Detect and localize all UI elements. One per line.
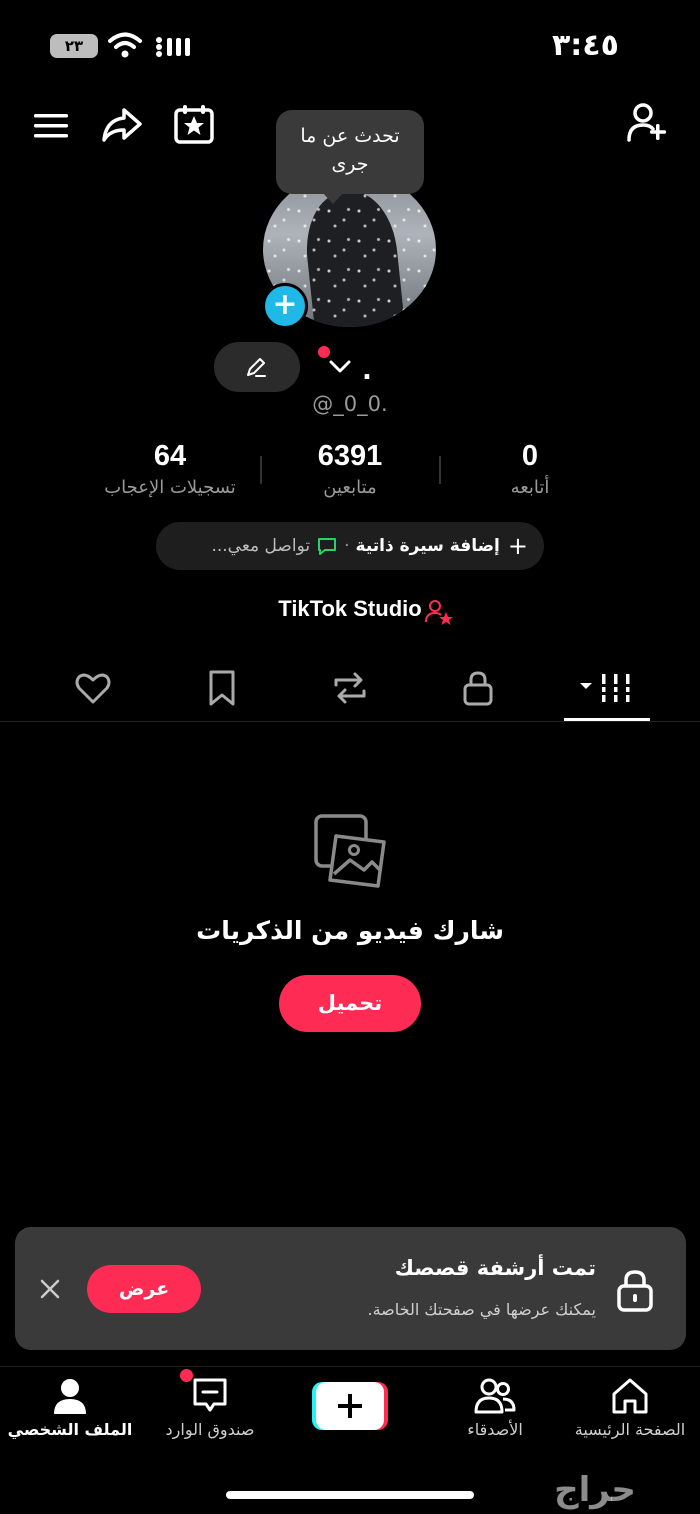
story-tooltip: تحدث عن ما جرى bbox=[276, 110, 424, 194]
wifi-icon bbox=[108, 32, 142, 58]
nav-profile-label: الملف الشخصي bbox=[7, 1420, 133, 1439]
nav-friends-label: الأصدقاء bbox=[467, 1420, 523, 1439]
followers-count: 6391 bbox=[317, 440, 383, 472]
studio-user-star-icon bbox=[425, 600, 453, 625]
tooltip-line-1: تحدث عن ما bbox=[300, 125, 400, 147]
empty-state-title: شارك فيديو من الذكريات bbox=[196, 916, 504, 945]
tooltip-tail bbox=[322, 192, 344, 204]
profile-icon bbox=[54, 1379, 86, 1414]
following-stat[interactable]: 0 أتابعه bbox=[440, 440, 620, 498]
upload-button[interactable]: تحميل bbox=[279, 975, 421, 1032]
separator-dot: · bbox=[344, 536, 350, 556]
toast-title: تمت أرشفة قصصك bbox=[394, 1256, 596, 1280]
bottom-nav-divider bbox=[0, 1366, 700, 1367]
likes-stat[interactable]: 64 تسجيلات الإعجاب bbox=[80, 440, 260, 498]
profile-handle: @_0_0. bbox=[312, 392, 388, 416]
add-bio-link[interactable]: إضافة سيرة ذاتية bbox=[356, 536, 500, 556]
pencil-icon bbox=[247, 358, 266, 377]
signal-icon bbox=[156, 37, 190, 57]
nav-friends[interactable]: الأصدقاء bbox=[430, 1376, 560, 1439]
edit-profile-button[interactable] bbox=[214, 342, 300, 392]
likes-label: تسجيلات الإعجاب bbox=[104, 477, 236, 498]
private-lock-icon[interactable] bbox=[458, 668, 498, 708]
followers-stat[interactable]: 6391 متابعين bbox=[260, 440, 440, 498]
tabs-divider bbox=[0, 721, 700, 722]
home-icon bbox=[612, 1378, 648, 1414]
toast-subtitle: يمكنك عرضها في صفحتك الخاصة. bbox=[367, 1300, 596, 1319]
nav-inbox-label: صندوق الوارد bbox=[165, 1420, 255, 1439]
plus-icon: + bbox=[507, 532, 528, 560]
menu-icon[interactable] bbox=[30, 104, 74, 148]
following-label: أتابعه bbox=[510, 477, 550, 498]
chat-bubble-icon bbox=[318, 538, 337, 555]
chevron-down-icon[interactable] bbox=[328, 356, 352, 376]
videos-grid-icon[interactable] bbox=[580, 668, 636, 708]
bio-pill[interactable]: + إضافة سيرة ذاتية · تواصل معي... bbox=[156, 522, 544, 570]
share-icon[interactable] bbox=[100, 102, 144, 146]
nav-home[interactable]: الصفحة الرئيسية bbox=[560, 1376, 700, 1439]
contact-link[interactable]: تواصل معي... bbox=[211, 536, 310, 556]
add-user-icon[interactable] bbox=[626, 100, 670, 144]
nav-profile[interactable]: الملف الشخصي bbox=[0, 1376, 140, 1439]
home-indicator[interactable] bbox=[226, 1491, 474, 1499]
tooltip-line-2: جرى bbox=[331, 153, 369, 175]
status-time: ٣:٤٥ bbox=[552, 28, 619, 63]
followers-label: متابعين bbox=[323, 477, 377, 498]
add-story-button[interactable]: + bbox=[262, 283, 308, 329]
studio-label: TikTok Studio bbox=[278, 596, 422, 621]
saved-bookmark-icon[interactable] bbox=[202, 668, 242, 708]
close-icon[interactable] bbox=[36, 1275, 64, 1303]
battery-icon: ٢٣ bbox=[50, 34, 98, 58]
nav-home-label: الصفحة الرئيسية bbox=[574, 1420, 686, 1439]
create-plus-button[interactable] bbox=[310, 1380, 390, 1432]
friends-icon bbox=[474, 1378, 516, 1414]
nav-inbox[interactable]: صندوق الوارد bbox=[145, 1376, 275, 1439]
repost-icon[interactable] bbox=[330, 668, 370, 708]
liked-heart-icon[interactable] bbox=[73, 668, 113, 708]
likes-count: 64 bbox=[153, 440, 187, 472]
profile-name: . bbox=[362, 356, 372, 386]
following-count: 0 bbox=[521, 440, 539, 472]
lock-icon bbox=[617, 1270, 653, 1312]
photos-icon bbox=[314, 814, 386, 888]
haraj-watermark: حراج bbox=[554, 1470, 636, 1510]
inbox-icon bbox=[193, 1378, 227, 1412]
view-button[interactable]: عرض bbox=[87, 1265, 201, 1313]
calendar-star-icon[interactable] bbox=[172, 102, 216, 146]
